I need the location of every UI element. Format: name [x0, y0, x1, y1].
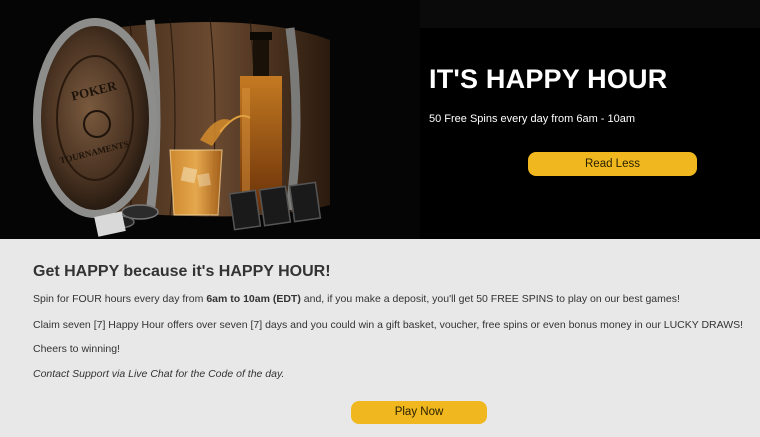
paragraph-bold-text: 6am to 10am (EDT): [206, 293, 301, 305]
promo-heading: Get HAPPY because it's HAPPY HOUR!: [33, 263, 331, 280]
hero-banner: POKER TOURNAMENTS IT'S HAPPY HOUR 50 Fre…: [0, 0, 760, 239]
play-now-button[interactable]: Play Now: [351, 401, 487, 424]
paragraph-text: Spin for FOUR hours every day from: [33, 293, 207, 305]
barrel-whiskey-image: POKER TOURNAMENTS: [0, 0, 420, 239]
promo-paragraph-offers: Claim seven [7] Happy Hour offers over s…: [33, 319, 744, 331]
promo-paragraph-cheers: Cheers to winning!: [33, 343, 120, 355]
promo-content: Get HAPPY because it's HAPPY HOUR! Spin …: [0, 239, 760, 437]
paragraph-text: and, if you make a deposit, you'll get 5…: [300, 293, 680, 305]
hero-subtitle: 50 Free Spins every day from 6am - 10am: [429, 113, 636, 125]
promo-paragraph-hours: Spin for FOUR hours every day from 6am t…: [33, 293, 680, 305]
hero-title: IT'S HAPPY HOUR: [429, 64, 668, 94]
read-less-button[interactable]: Read Less: [528, 152, 697, 176]
promo-paragraph-support: Contact Support via Live Chat for the Co…: [33, 368, 285, 380]
